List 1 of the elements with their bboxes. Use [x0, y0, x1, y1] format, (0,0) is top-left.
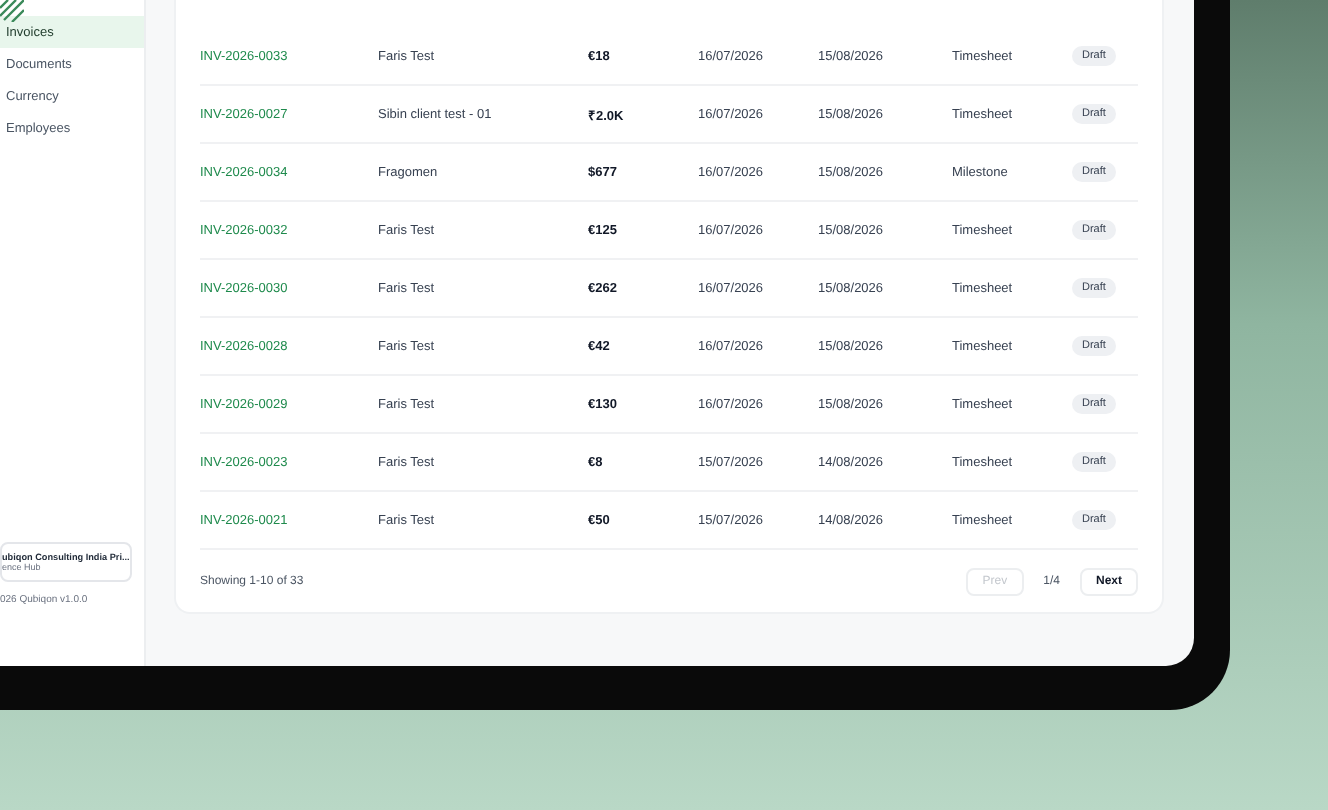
logo-icon — [0, 0, 24, 22]
